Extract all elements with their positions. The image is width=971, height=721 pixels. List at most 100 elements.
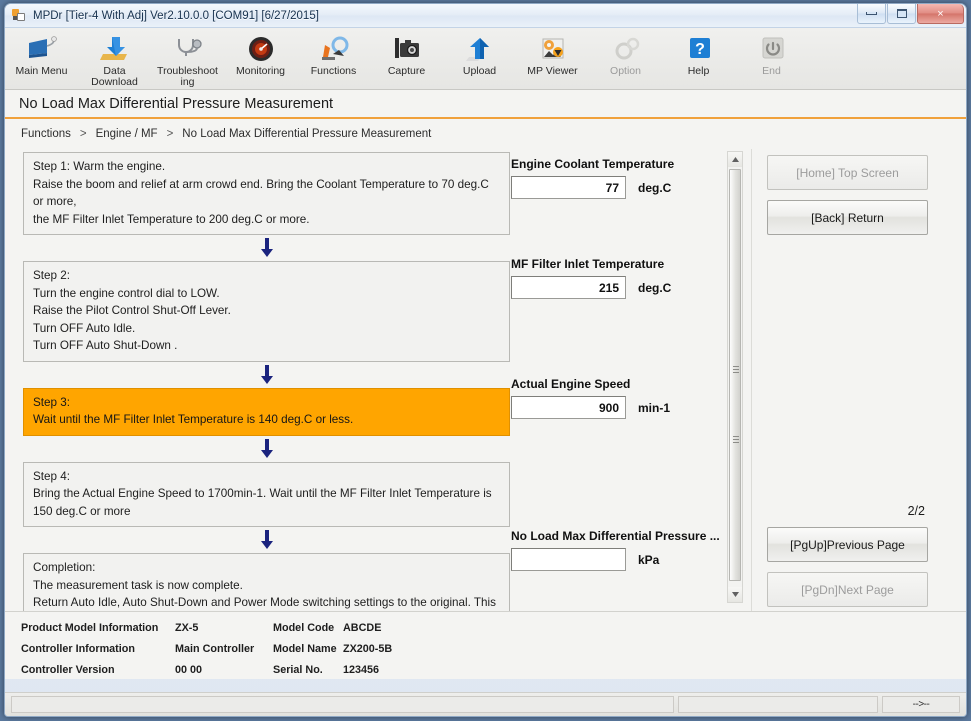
breadcrumb-item-engine-mf[interactable]: Engine / MF (96, 128, 158, 140)
engine-coolant-temperature-field[interactable]: 77 (511, 176, 626, 199)
status-message-panel (11, 696, 674, 713)
measurement-unit: kPa (638, 552, 660, 567)
next-page-button[interactable]: [PgDn]Next Page (767, 572, 928, 607)
main-toolbar: Main Menu Data Download Troubleshoot ing… (5, 28, 966, 90)
step-line: Turn the engine control dial to LOW. (33, 286, 220, 300)
step-line: Raise the Pilot Control Shut-Off Lever. (33, 304, 231, 317)
serial-no-label: Serial No. (273, 664, 323, 676)
toolbar-label: MP Viewer (527, 65, 578, 77)
upload-arrow-icon (465, 34, 495, 64)
camera-icon (392, 34, 422, 64)
step-box-3-active: Step 3: Wait until the MF Filter Inlet T… (23, 387, 510, 436)
device-info-footer: Product Model Information ZX-5 Model Cod… (5, 611, 966, 679)
gauge-icon (246, 34, 276, 64)
power-icon (757, 34, 787, 64)
step-line: Bring the Actual Engine Speed to 1700min… (33, 487, 492, 518)
toolbar-item-functions[interactable]: Functions (297, 34, 370, 88)
toolbar-label: Troubleshoot ing (157, 65, 218, 88)
toolbar-item-help[interactable]: ? Help (662, 34, 735, 88)
home-top-screen-button[interactable]: [Home] Top Screen (767, 155, 928, 190)
step-line: Turn OFF Auto Idle. (33, 321, 136, 335)
toolbar-item-mp-viewer[interactable]: MP Viewer (516, 34, 589, 88)
step-line: Raise the boom and relief at arm crowd e… (33, 177, 489, 209)
measurements-panel: Engine Coolant Temperature 77 deg.C MF F… (498, 149, 751, 611)
flow-arrow-down-icon (23, 362, 510, 388)
page-indicator: 2/2 (907, 504, 925, 518)
controller-information-value: Main Controller (175, 643, 255, 655)
product-model-information-label: Product Model Information (21, 622, 159, 634)
no-load-max-differential-pressure-field[interactable] (511, 548, 626, 571)
measurement-no-load-max-differential-pressure: No Load Max Differential Pressure ... kP… (511, 529, 720, 571)
title-bar: MPDr [Tier-4 With Adj] Ver2.10.0.0 [COM9… (5, 4, 966, 28)
step-box-2: Step 2: Turn the engine control dial to … (23, 261, 510, 362)
window-title: MPDr [Tier-4 With Adj] Ver2.10.0.0 [COM9… (33, 9, 319, 22)
serial-no-value: 123456 (343, 664, 380, 676)
toolbar-item-main-menu[interactable]: Main Menu (5, 34, 78, 88)
svg-text:?: ? (695, 41, 705, 58)
toolbar-item-end[interactable]: End (735, 34, 808, 88)
connection-status-indicator: -->-- (882, 696, 960, 713)
maximize-button[interactable] (887, 4, 916, 24)
scroll-up-icon[interactable] (728, 152, 742, 167)
toolbar-label: Data Download (91, 65, 138, 88)
back-return-button[interactable]: [Back] Return (767, 200, 928, 235)
controller-version-value: 00 00 (175, 664, 203, 676)
status-secondary-panel (678, 696, 878, 713)
actual-engine-speed-field[interactable]: 900 (511, 396, 626, 419)
breadcrumb-item-functions[interactable]: Functions (21, 128, 71, 140)
previous-page-button[interactable]: [PgUp]Previous Page (767, 527, 928, 562)
controller-information-label: Controller Information (21, 643, 135, 655)
mp-viewer-icon (538, 34, 568, 64)
toolbar-item-capture[interactable]: Capture (370, 34, 443, 88)
measurement-mf-filter-inlet-temperature: MF Filter Inlet Temperature 215 deg.C (511, 257, 671, 299)
flow-arrow-down-icon (23, 235, 510, 261)
breadcrumb-separator: > (166, 128, 174, 140)
flow-arrow-down-icon (23, 527, 510, 553)
page-header: No Load Max Differential Pressure Measur… (5, 90, 966, 119)
scrollbar-thumb[interactable] (729, 169, 741, 581)
measurement-engine-coolant-temperature: Engine Coolant Temperature 77 deg.C (511, 157, 674, 199)
toolbar-label: Main Menu (15, 65, 68, 77)
window-controls: × (857, 4, 964, 24)
measurement-unit: min-1 (638, 400, 671, 415)
application-window: MPDr [Tier-4 With Adj] Ver2.10.0.0 [COM9… (4, 3, 967, 717)
mf-filter-inlet-temperature-field[interactable]: 215 (511, 276, 626, 299)
step-line: Completion: (33, 561, 96, 574)
toolbar-label: Help (687, 65, 710, 77)
step-line: the MF Filter Inlet Temperature to 200 d… (33, 212, 310, 226)
step-line: Step 1: Warm the engine. (33, 160, 166, 173)
toolbar-label: Capture (387, 65, 426, 77)
step-line: Step 4: (33, 469, 71, 483)
minimize-button[interactable] (857, 4, 886, 24)
scroll-down-icon[interactable] (728, 587, 742, 602)
step-line: Step 3: (33, 395, 71, 409)
measurement-label: Actual Engine Speed (511, 377, 631, 391)
measurements-scrollbar[interactable] (727, 151, 743, 603)
toolbar-label: Functions (310, 65, 357, 77)
step-box-1: Step 1: Warm the engine. Raise the boom … (23, 152, 510, 235)
toolbar-item-upload[interactable]: Upload (443, 34, 516, 88)
gears-icon (611, 34, 641, 64)
app-icon (12, 8, 27, 23)
toolbar-item-monitoring[interactable]: Monitoring (224, 34, 297, 88)
stethoscope-icon (173, 34, 203, 64)
toolbar-item-option[interactable]: Option (589, 34, 662, 88)
model-name-value: ZX200-5B (343, 643, 393, 655)
toolbar-item-troubleshooting[interactable]: Troubleshoot ing (151, 34, 224, 88)
excavator-gear-icon (319, 34, 349, 64)
main-content: Step 1: Warm the engine. Raise the boom … (5, 149, 966, 636)
page-title: No Load Max Differential Pressure Measur… (19, 96, 334, 112)
step-line: The measurement task is now complete. (33, 578, 243, 592)
navigation-panel: [Home] Top Screen [Back] Return 2/2 [PgU… (751, 149, 937, 611)
flow-arrow-down-icon (23, 436, 510, 462)
measurement-label: No Load Max Differential Pressure ... (511, 529, 720, 543)
question-mark-icon: ? (684, 34, 714, 64)
measurement-actual-engine-speed: Actual Engine Speed 900 min-1 (511, 377, 670, 419)
toolbar-label: Option (610, 65, 641, 77)
toolbar-item-data-download[interactable]: Data Download (78, 34, 151, 88)
status-bar: -->-- (5, 692, 966, 716)
toolbar-label: Monitoring (235, 65, 286, 77)
steps-panel: Step 1: Warm the engine. Raise the boom … (5, 149, 510, 636)
close-button[interactable]: × (917, 4, 964, 24)
breadcrumb: Functions > Engine / MF > No Load Max Di… (5, 119, 966, 149)
